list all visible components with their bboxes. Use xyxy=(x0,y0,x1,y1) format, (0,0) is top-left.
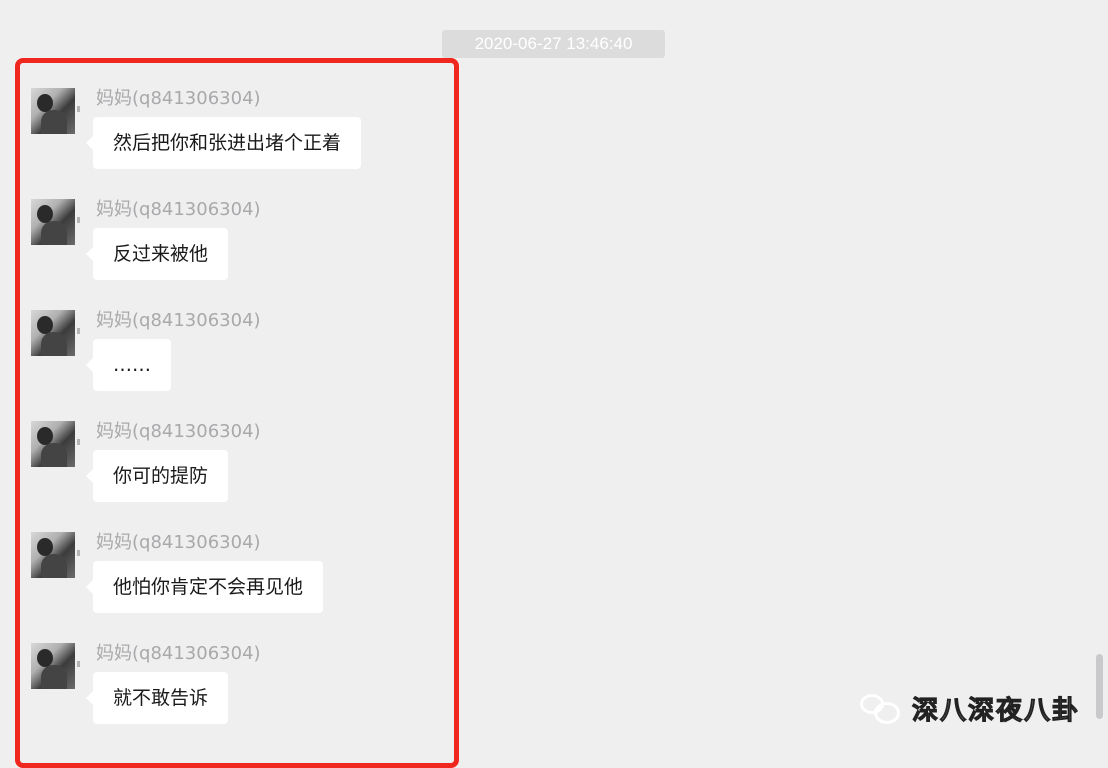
chat-area: 2020-06-27 13:46:40 妈妈(q841306304) 然后把你和… xyxy=(0,0,1108,768)
sender-name: 妈妈(q841306304) xyxy=(96,310,261,331)
watermark: 深八深夜八卦 xyxy=(860,688,1080,728)
message-bubble[interactable]: 他怕你肯定不会再见他 xyxy=(85,561,324,613)
scrollbar[interactable] xyxy=(1096,654,1103,719)
avatar-mark xyxy=(77,217,80,223)
message-timestamp: 2020-06-27 13:46:40 xyxy=(442,30,665,58)
avatar[interactable] xyxy=(31,532,75,578)
sender-name: 妈妈(q841306304) xyxy=(96,199,261,220)
sender-name: 妈妈(q841306304) xyxy=(96,532,261,553)
avatar-mark xyxy=(77,106,80,112)
sender-name: 妈妈(q841306304) xyxy=(96,643,261,664)
message-bubble[interactable]: …… xyxy=(86,339,171,391)
avatar-mark xyxy=(77,550,80,556)
message-bubble[interactable]: 然后把你和张进出堵个正着 xyxy=(85,117,362,169)
avatar[interactable] xyxy=(31,643,75,689)
avatar[interactable] xyxy=(31,310,75,356)
avatar-mark xyxy=(77,439,80,445)
wechat-icon xyxy=(860,690,902,726)
sender-name: 妈妈(q841306304) xyxy=(96,421,261,442)
avatar-mark xyxy=(77,661,80,667)
avatar[interactable] xyxy=(31,199,75,245)
watermark-text: 深八深夜八卦 xyxy=(911,695,1081,726)
avatar[interactable] xyxy=(31,421,75,467)
message-bubble[interactable]: 你可的提防 xyxy=(85,450,229,502)
avatar[interactable] xyxy=(31,88,75,134)
message-bubble[interactable]: 反过来被他 xyxy=(85,228,229,280)
message-bubble[interactable]: 就不敢告诉 xyxy=(85,672,229,724)
avatar-mark xyxy=(77,328,80,334)
sender-name: 妈妈(q841306304) xyxy=(96,88,261,109)
